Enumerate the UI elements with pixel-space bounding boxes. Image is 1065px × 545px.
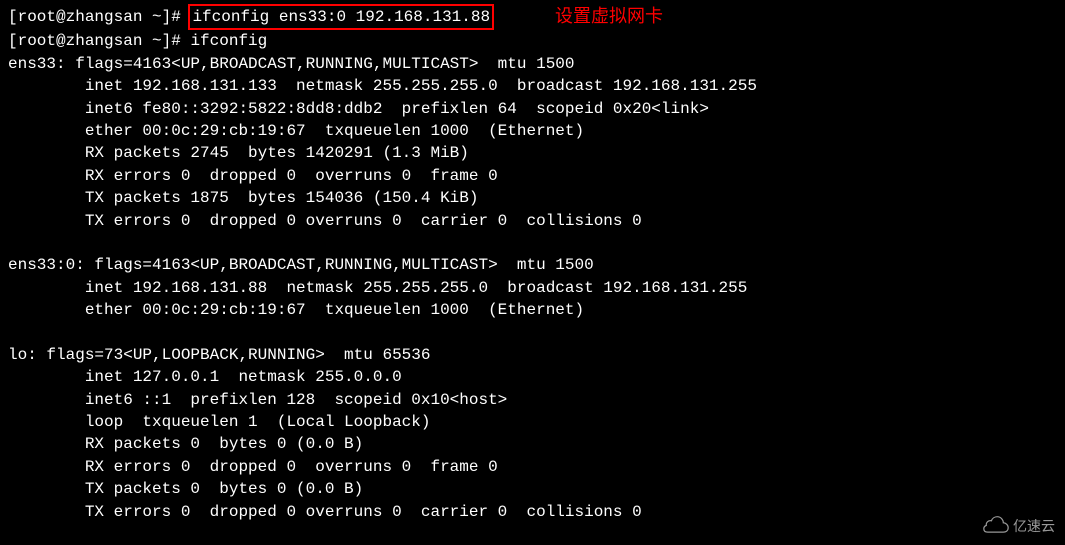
command-text: ifconfig — [190, 32, 267, 50]
interface-ens33-0-inet: inet 192.168.131.88 netmask 255.255.255.… — [8, 277, 1057, 299]
blank-line — [8, 321, 1057, 343]
annotation-label: 设置虚拟网卡 — [555, 4, 663, 29]
blank-line — [8, 232, 1057, 254]
shell-prompt: [root@zhangsan ~]# — [8, 8, 190, 26]
interface-ens33-inet6: inet6 fe80::3292:5822:8dd8:ddb2 prefixle… — [8, 98, 1057, 120]
interface-lo-rx-errors: RX errors 0 dropped 0 overruns 0 frame 0 — [8, 456, 1057, 478]
watermark-text: 亿速云 — [1013, 517, 1055, 537]
command-line-2: [root@zhangsan ~]# ifconfig — [8, 30, 1057, 52]
interface-ens33-rx-packets: RX packets 2745 bytes 1420291 (1.3 MiB) — [8, 142, 1057, 164]
interface-ens33-ether: ether 00:0c:29:cb:19:67 txqueuelen 1000 … — [8, 120, 1057, 142]
command-line-1: [root@zhangsan ~]# ifconfig ens33:0 192.… — [8, 4, 1057, 30]
interface-lo-tx-errors: TX errors 0 dropped 0 overruns 0 carrier… — [8, 501, 1057, 523]
interface-lo-inet6: inet6 ::1 prefixlen 128 scopeid 0x10<hos… — [8, 389, 1057, 411]
interface-lo-rx-packets: RX packets 0 bytes 0 (0.0 B) — [8, 433, 1057, 455]
interface-ens33-tx-packets: TX packets 1875 bytes 154036 (150.4 KiB) — [8, 187, 1057, 209]
interface-lo-header: lo: flags=73<UP,LOOPBACK,RUNNING> mtu 65… — [8, 344, 1057, 366]
interface-ens33-header: ens33: flags=4163<UP,BROADCAST,RUNNING,M… — [8, 53, 1057, 75]
cloud-icon — [983, 515, 1009, 539]
interface-ens33-0-header: ens33:0: flags=4163<UP,BROADCAST,RUNNING… — [8, 254, 1057, 276]
interface-ens33-rx-errors: RX errors 0 dropped 0 overruns 0 frame 0 — [8, 165, 1057, 187]
interface-lo-tx-packets: TX packets 0 bytes 0 (0.0 B) — [8, 478, 1057, 500]
watermark: 亿速云 — [983, 515, 1055, 539]
interface-ens33-tx-errors: TX errors 0 dropped 0 overruns 0 carrier… — [8, 210, 1057, 232]
interface-ens33-0-ether: ether 00:0c:29:cb:19:67 txqueuelen 1000 … — [8, 299, 1057, 321]
interface-ens33-inet: inet 192.168.131.133 netmask 255.255.255… — [8, 75, 1057, 97]
highlighted-command: ifconfig ens33:0 192.168.131.88 — [188, 4, 494, 30]
shell-prompt: [root@zhangsan ~]# — [8, 32, 190, 50]
interface-lo-loop: loop txqueuelen 1 (Local Loopback) — [8, 411, 1057, 433]
interface-lo-inet: inet 127.0.0.1 netmask 255.0.0.0 — [8, 366, 1057, 388]
